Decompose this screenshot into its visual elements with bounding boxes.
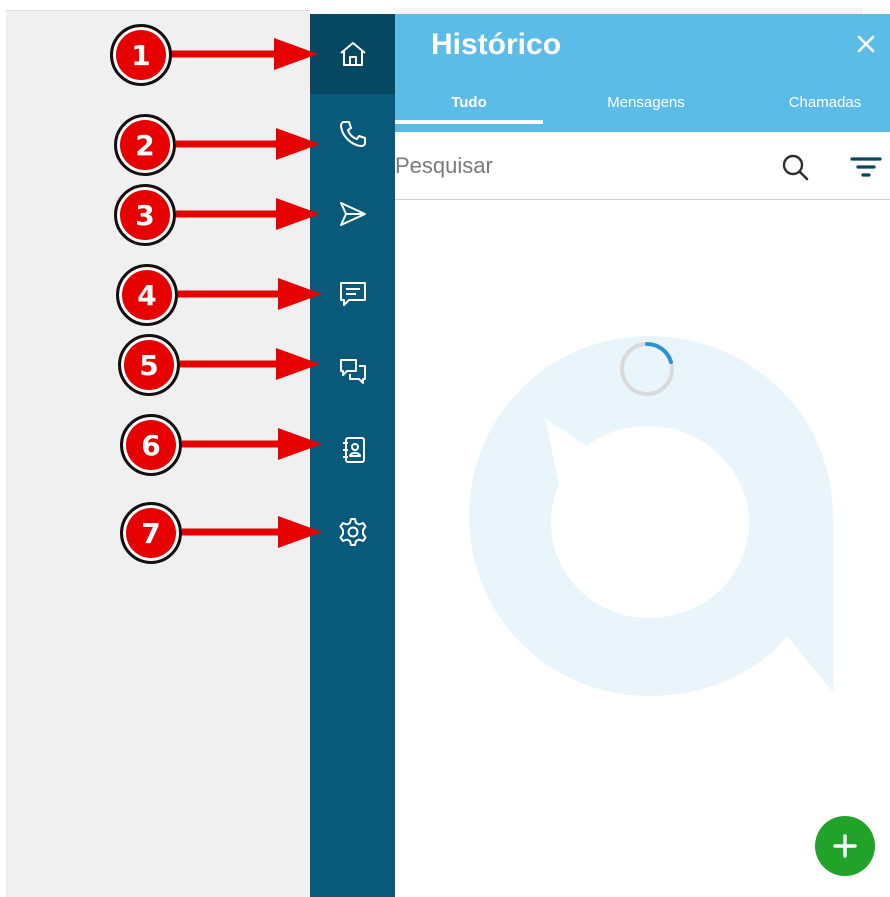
annotation-arrow-1 [170, 38, 318, 70]
annotation-marker-4: 4 [116, 264, 178, 326]
filter-icon [850, 157, 882, 177]
annotation-marker-2: 2 [114, 114, 176, 176]
annotation-arrow-2 [176, 128, 320, 160]
annotation-arrow-7 [182, 516, 322, 548]
filter-button[interactable] [847, 152, 885, 182]
plus-icon [833, 834, 857, 858]
annotation-marker-7: 7 [120, 502, 182, 564]
search-input[interactable] [395, 146, 755, 186]
annotation-arrow-5 [180, 348, 320, 380]
loading-spinner-icon [620, 342, 674, 396]
home-icon[interactable] [310, 30, 395, 78]
search-bar [395, 132, 890, 200]
history-panel: Histórico Tudo Mensagens Chamadas [395, 14, 890, 897]
panel-header: Histórico Tudo Mensagens Chamadas [395, 14, 890, 132]
chat-icon[interactable] [310, 348, 395, 396]
add-button[interactable] [815, 816, 875, 876]
annotation-arrow-4 [178, 278, 322, 310]
close-icon [857, 35, 875, 53]
annotation-arrow-6 [182, 428, 322, 460]
tab-all[interactable]: Tudo [445, 94, 493, 111]
annotation-marker-3: 3 [114, 184, 176, 246]
annotation-marker-5: 5 [118, 334, 180, 396]
tab-calls[interactable]: Chamadas [772, 94, 878, 111]
tab-messages[interactable]: Mensagens [591, 94, 701, 111]
search-button[interactable] [778, 150, 812, 184]
screenshot: Histórico Tudo Mensagens Chamadas Pesqui… [0, 0, 890, 897]
annotation-arrow-3 [176, 198, 320, 230]
annotation-marker-6: 6 [120, 414, 182, 476]
close-button[interactable] [852, 30, 880, 58]
page-title: Histórico [431, 28, 562, 61]
search-icon [782, 154, 809, 181]
phone-icon[interactable] [310, 110, 395, 158]
send-icon[interactable] [310, 190, 395, 238]
active-tab-indicator [395, 120, 543, 124]
annotation-marker-1: 1 [110, 24, 172, 86]
